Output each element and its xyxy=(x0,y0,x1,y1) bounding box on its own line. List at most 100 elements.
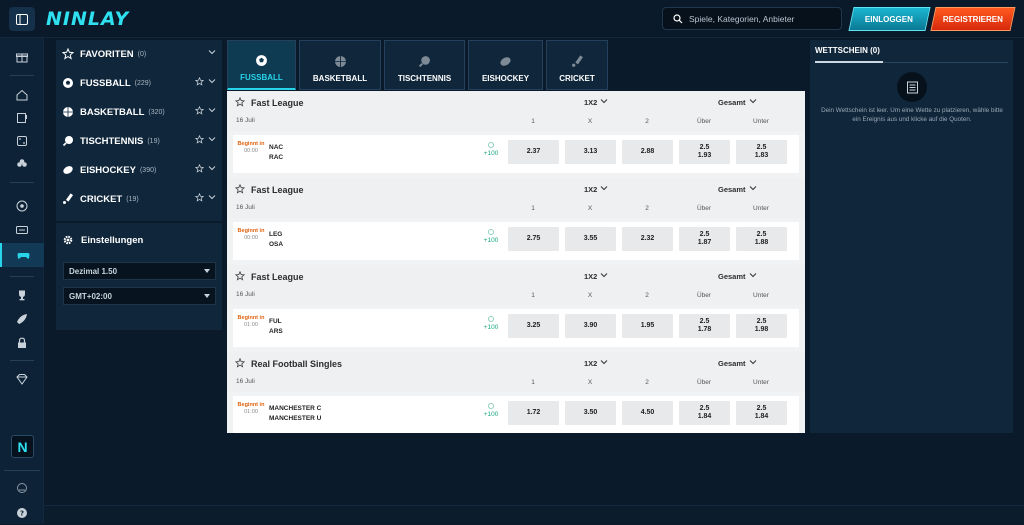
odds-button-1[interactable]: 3.25 xyxy=(508,314,559,338)
tab-eishockey[interactable]: EISHOCKEY xyxy=(468,40,543,90)
star-icon[interactable] xyxy=(234,357,246,370)
odds-button-2[interactable]: 2.32 xyxy=(622,227,673,251)
market-select-total[interactable]: Gesamt xyxy=(718,97,757,107)
event-date: 16 Juli xyxy=(236,117,255,124)
slot-icon[interactable] xyxy=(0,106,44,130)
match-row[interactable]: Beginnt in 00:00 NAC RAC +100 2.37 3.13 2.88 2.5… xyxy=(233,135,799,173)
league-title[interactable]: Fast League xyxy=(234,96,304,109)
sport-item-eishockey[interactable]: EISHOCKEY (390) xyxy=(56,156,222,184)
match-row[interactable]: Beginnt in 01:00 MANCHESTER C MANCHESTER U +… xyxy=(233,396,799,433)
odds-button-x[interactable]: 3.50 xyxy=(565,401,616,425)
more-markets-button[interactable]: +100 xyxy=(479,229,503,244)
tab-tischtennis[interactable]: TISCHTENNIS xyxy=(384,40,465,90)
sport-item-cricket[interactable]: CRICKET (19) xyxy=(56,185,222,213)
rocket-icon[interactable] xyxy=(0,307,44,331)
sport-item-basketball[interactable]: BASKETBALL (320) xyxy=(56,98,222,126)
tab-cricket[interactable]: CRICKET xyxy=(546,40,608,90)
more-markets-button[interactable]: +100 xyxy=(479,403,503,418)
chevron-down-icon[interactable] xyxy=(208,164,216,172)
odds-button-under[interactable]: 2.5 1.88 xyxy=(736,227,787,251)
trophy-icon[interactable] xyxy=(0,283,44,307)
chevron-down-icon[interactable] xyxy=(208,48,216,56)
chevron-down-icon[interactable] xyxy=(208,106,216,114)
tab-fussball[interactable]: FUSSBALL xyxy=(227,40,296,90)
star-icon[interactable] xyxy=(234,96,246,109)
betslip-title[interactable]: WETTSCHEIN (0) xyxy=(815,46,880,55)
star-icon[interactable] xyxy=(195,106,204,115)
market-select-1x2[interactable]: 1X2 xyxy=(584,358,608,368)
tab-basketball[interactable]: BASKETBALL xyxy=(299,40,381,90)
sport-item-favoriten[interactable]: FAVORITEN (0) xyxy=(56,40,222,68)
toggle-icon[interactable] xyxy=(0,476,44,500)
column-header-2: 2 xyxy=(645,118,649,125)
league-title[interactable]: Fast League xyxy=(234,183,304,196)
soccer-icon[interactable] xyxy=(0,194,44,218)
odds-button-2[interactable]: 1.95 xyxy=(622,314,673,338)
register-button[interactable]: REGISTRIEREN xyxy=(930,7,1016,31)
brand-n-icon[interactable]: N xyxy=(11,435,34,458)
star-icon[interactable] xyxy=(234,270,246,283)
star-icon[interactable] xyxy=(195,164,204,173)
odds-value: 1.78 xyxy=(697,326,712,333)
sport-label: CRICKET xyxy=(80,193,123,205)
login-button[interactable]: EINLOGGEN xyxy=(848,7,931,31)
odds-button-1[interactable]: 1.72 xyxy=(508,401,559,425)
star-icon[interactable] xyxy=(234,183,246,196)
odds-button-over[interactable]: 2.5 1.84 xyxy=(679,401,730,425)
odds-format-select[interactable]: Dezimal 1.50 xyxy=(63,262,216,280)
market-select-1x2[interactable]: 1X2 xyxy=(584,184,608,194)
search-box[interactable] xyxy=(662,7,842,30)
market-select-1x2[interactable]: 1X2 xyxy=(584,97,608,107)
odds-button-2[interactable]: 2.88 xyxy=(622,140,673,164)
lock-icon[interactable] xyxy=(0,331,44,355)
sport-item-tischtennis[interactable]: TISCHTENNIS (19) xyxy=(56,127,222,155)
stats-icon xyxy=(488,403,494,409)
tv-icon[interactable] xyxy=(0,218,44,242)
match-row[interactable]: Beginnt in 00:00 LEG OSA +100 2.75 3.55 2.32 2.5… xyxy=(233,222,799,260)
clover-icon[interactable] xyxy=(0,152,44,176)
help-icon[interactable]: ? xyxy=(0,501,44,525)
betslip-panel: WETTSCHEIN (0) Dein Wettschein ist leer.… xyxy=(810,40,1013,433)
league-title[interactable]: Fast League xyxy=(234,270,304,283)
market-label: Gesamt xyxy=(718,97,746,107)
odds-button-x[interactable]: 3.55 xyxy=(565,227,616,251)
away-team: MANCHESTER U xyxy=(269,415,322,422)
diamond-icon[interactable] xyxy=(0,367,44,391)
dice-icon[interactable] xyxy=(0,129,44,153)
search-input[interactable] xyxy=(689,13,829,24)
chevron-down-icon[interactable] xyxy=(208,77,216,85)
home-icon[interactable] xyxy=(0,83,44,107)
odds-button-over[interactable]: 2.5 1.87 xyxy=(679,227,730,251)
odds-button-x[interactable]: 3.13 xyxy=(565,140,616,164)
column-header-over: Über xyxy=(696,292,712,299)
more-markets-button[interactable]: +100 xyxy=(479,316,503,331)
market-select-total[interactable]: Gesamt xyxy=(718,184,757,194)
sport-item-fussball[interactable]: FUSSBALL (229) xyxy=(56,69,222,97)
market-select-1x2[interactable]: 1X2 xyxy=(584,271,608,281)
sidebar-toggle-button[interactable] xyxy=(9,7,35,31)
market-select-total[interactable]: Gesamt xyxy=(718,271,757,281)
odds-button-over[interactable]: 2.5 1.78 xyxy=(679,314,730,338)
odds-button-2[interactable]: 4.50 xyxy=(622,401,673,425)
odds-button-under[interactable]: 2.5 1.98 xyxy=(736,314,787,338)
chevron-down-icon[interactable] xyxy=(208,135,216,143)
timezone-select[interactable]: GMT+02:00 xyxy=(63,287,216,305)
odds-button-1[interactable]: 2.37 xyxy=(508,140,559,164)
star-icon[interactable] xyxy=(195,135,204,144)
match-row[interactable]: Beginnt in 01:00 FUL ARS +100 3.25 3.90 1.95 2.5… xyxy=(233,309,799,347)
odds-button-1[interactable]: 2.75 xyxy=(508,227,559,251)
site-logo[interactable]: NINLAY xyxy=(46,8,129,30)
odds-button-under[interactable]: 2.5 1.83 xyxy=(736,140,787,164)
odds-button-x[interactable]: 3.90 xyxy=(565,314,616,338)
more-markets-button[interactable]: +100 xyxy=(479,142,503,157)
market-label: 1X2 xyxy=(584,184,598,194)
gamepad-icon[interactable] xyxy=(0,243,44,267)
star-icon[interactable] xyxy=(195,77,204,86)
star-icon[interactable] xyxy=(195,193,204,202)
chevron-down-icon[interactable] xyxy=(208,193,216,201)
gift-icon[interactable] xyxy=(0,45,44,69)
odds-button-under[interactable]: 2.5 1.84 xyxy=(736,401,787,425)
odds-button-over[interactable]: 2.5 1.93 xyxy=(679,140,730,164)
market-select-total[interactable]: Gesamt xyxy=(718,358,757,368)
league-title[interactable]: Real Football Singles xyxy=(234,357,342,370)
